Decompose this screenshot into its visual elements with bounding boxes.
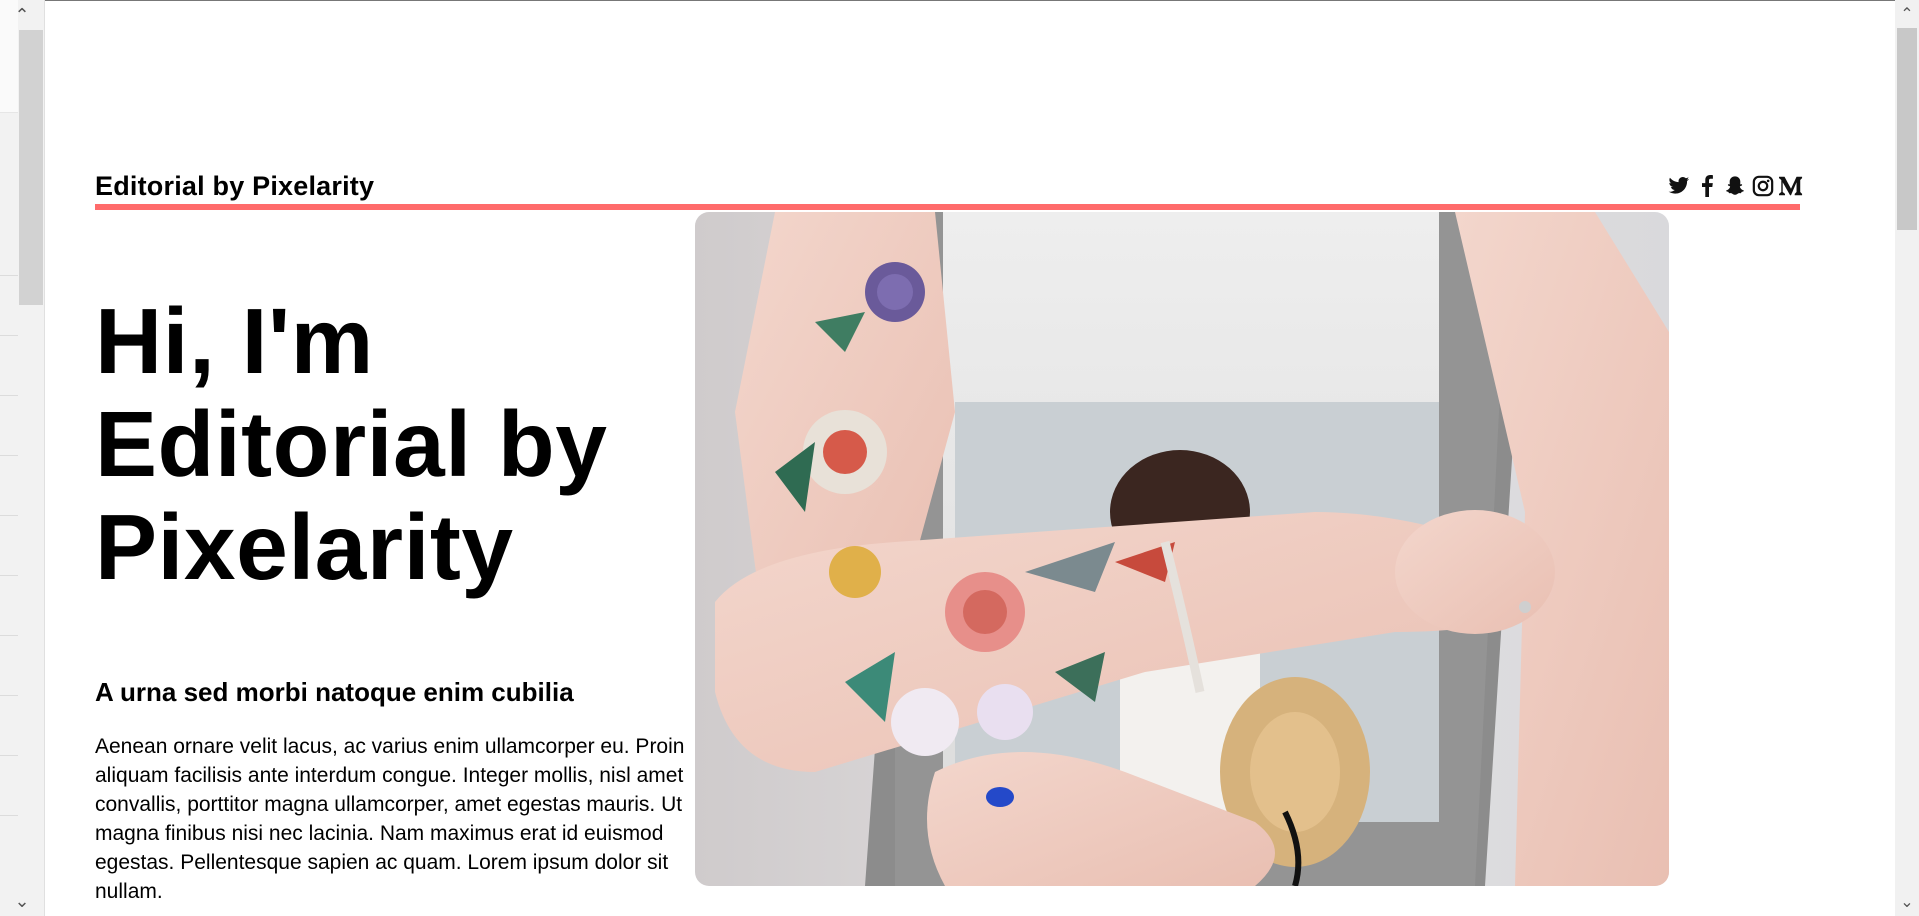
medium-icon[interactable] (1779, 174, 1803, 198)
snapchat-icon[interactable] (1723, 174, 1747, 198)
outer-divider (0, 515, 18, 516)
facebook-icon[interactable] (1695, 174, 1719, 198)
social-icons (1667, 174, 1803, 198)
outer-scrollbar[interactable]: ⌃ ⌄ (0, 0, 45, 916)
scroll-up-arrow[interactable]: ⌃ (1895, 0, 1919, 28)
hero-body-text: Aenean ornare velit lacus, ac varius eni… (95, 735, 685, 903)
outer-divider (0, 815, 18, 816)
hero-title-line: Hi, I'm (95, 289, 374, 393)
twitter-icon[interactable] (1667, 174, 1691, 198)
hero-subheading: A urna sed morbi natoque enim cubilia (95, 677, 574, 707)
hero-title: Hi, I'm Editorial by Pixelarity (95, 290, 695, 599)
outer-divider (0, 455, 18, 456)
outer-divider (0, 275, 18, 276)
outer-scroll-down-arrow[interactable]: ⌄ (0, 886, 44, 916)
hero-title-line: Pixelarity (95, 495, 514, 599)
outer-scroll-thumb[interactable] (19, 30, 43, 305)
outer-divider (0, 575, 18, 576)
scroll-thumb[interactable] (1897, 28, 1917, 230)
outer-divider (0, 635, 18, 636)
outer-divider (0, 395, 18, 396)
hero-photo (695, 212, 1669, 886)
outer-divider (0, 695, 18, 696)
outer-divider (0, 755, 18, 756)
site-logo-link[interactable]: Editorial by Pixelarity (95, 171, 374, 202)
outer-scroll-up-arrow[interactable]: ⌃ (0, 0, 44, 30)
window-top-border (0, 0, 1919, 1)
outer-divider (0, 335, 18, 336)
header-accent-rule (95, 204, 1800, 210)
page-scrollbar[interactable]: ⌃ ⌄ (1895, 0, 1919, 916)
hero-title-line: Editorial by (95, 392, 608, 496)
scroll-down-arrow[interactable]: ⌄ (1895, 888, 1919, 916)
instagram-icon[interactable] (1751, 174, 1775, 198)
